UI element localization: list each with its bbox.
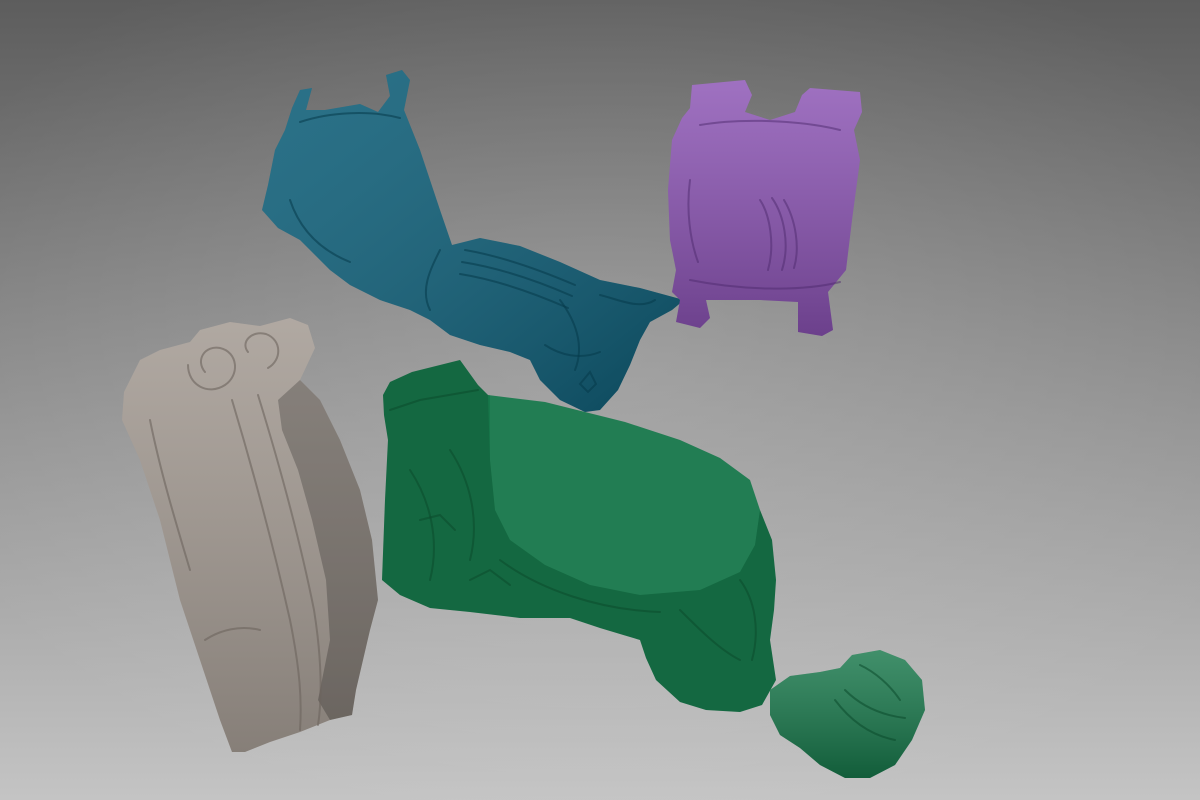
3d-viewer-viewport[interactable] bbox=[0, 0, 1200, 800]
3d-scene[interactable] bbox=[0, 0, 1200, 800]
